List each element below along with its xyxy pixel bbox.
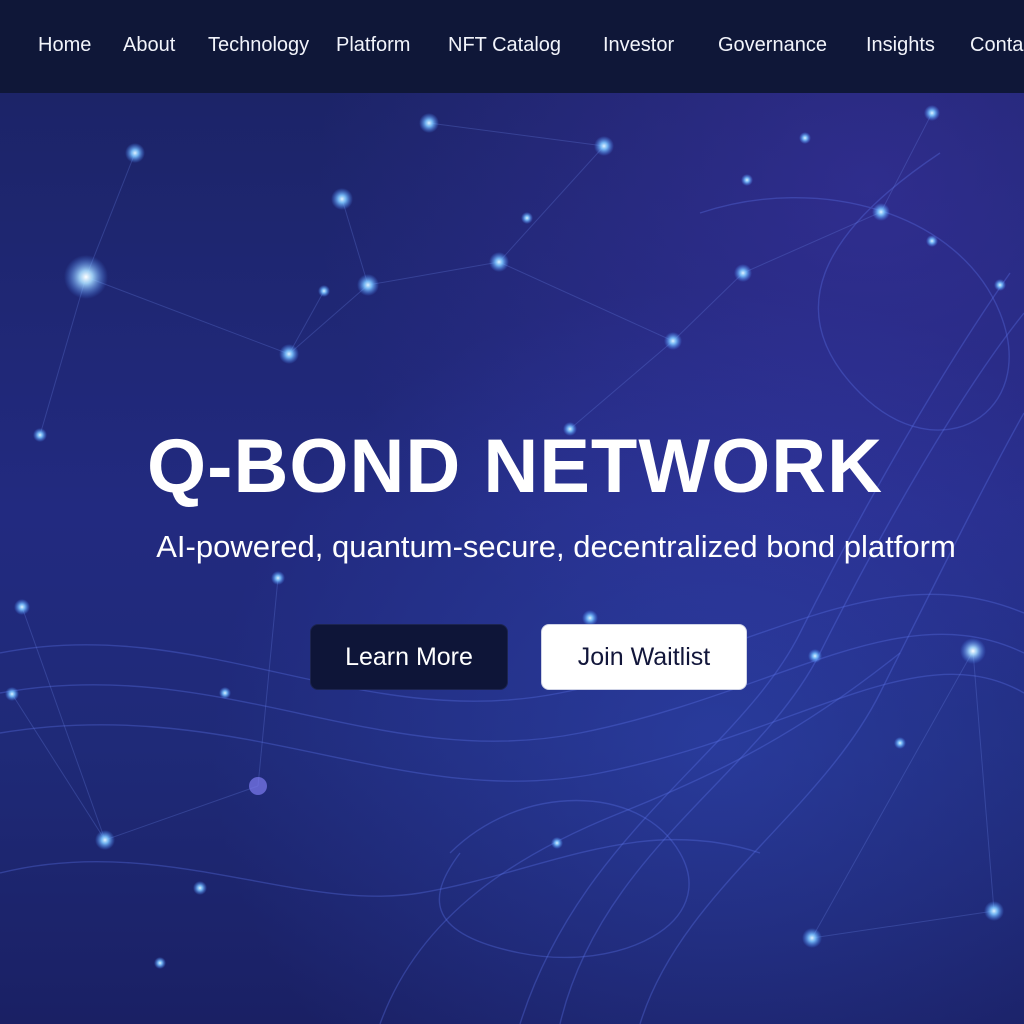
top-navigation: Home About Technology Platform NFT Catal…: [0, 0, 1024, 93]
hero-section: Q-BOND NETWORK AI-powered, quantum-secur…: [0, 93, 1024, 1024]
nav-about[interactable]: About: [123, 34, 175, 57]
landing-page: Home About Technology Platform NFT Catal…: [0, 0, 1024, 1024]
nav-platform[interactable]: Platform: [336, 34, 410, 57]
nav-investor[interactable]: Investor: [603, 34, 674, 57]
nav-contact[interactable]: Conta: [970, 34, 1023, 57]
network-links: [11, 112, 995, 939]
wave-lines: [0, 152, 1024, 1024]
hero-title: Q-BOND NETWORK: [147, 424, 883, 509]
nav-technology[interactable]: Technology: [208, 34, 309, 57]
nav-insights[interactable]: Insights: [866, 34, 935, 57]
nav-governance[interactable]: Governance: [718, 34, 827, 57]
hero-subtitle: AI-powered, quantum-secure, decentralize…: [156, 529, 956, 564]
nav-home[interactable]: Home: [38, 34, 91, 57]
join-waitlist-button[interactable]: Join Waitlist: [541, 624, 747, 690]
nav-nft-catalog[interactable]: NFT Catalog: [448, 34, 561, 57]
learn-more-button[interactable]: Learn More: [310, 624, 508, 690]
